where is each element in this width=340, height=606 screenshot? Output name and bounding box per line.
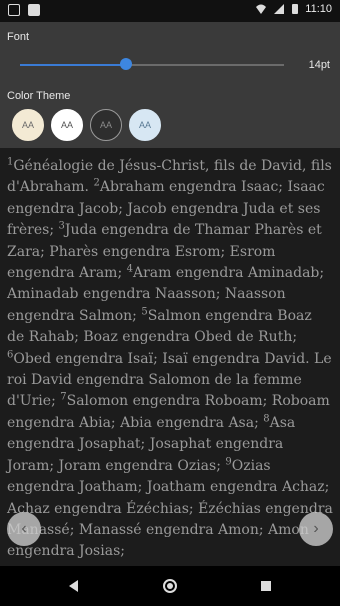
- back-icon[interactable]: [66, 578, 82, 594]
- wifi-icon: [256, 4, 267, 14]
- slider-fill: [20, 64, 126, 66]
- recents-icon[interactable]: [258, 578, 274, 594]
- next-chapter-button[interactable]: ›: [299, 512, 333, 546]
- sd-card-icon: [28, 4, 40, 16]
- system-navigation-bar: [0, 566, 340, 606]
- theme-blue-button[interactable]: AA: [129, 109, 161, 141]
- signal-icon: [274, 4, 285, 14]
- chevron-right-icon: ›: [313, 520, 319, 537]
- reading-area[interactable]: 1Généalogie de Jésus-Christ, fils de Dav…: [0, 148, 340, 566]
- color-theme-label: Color Theme: [7, 90, 71, 102]
- battery-icon: [292, 4, 299, 14]
- notification-icon: [8, 4, 20, 16]
- theme-dark-button[interactable]: AA: [90, 109, 122, 141]
- font-size-slider[interactable]: [20, 64, 284, 66]
- chapter-text: 1Généalogie de Jésus-Christ, fils de Dav…: [7, 156, 333, 563]
- slider-thumb[interactable]: [119, 58, 132, 70]
- home-icon[interactable]: [162, 578, 178, 594]
- clock: 11:10: [305, 3, 332, 15]
- font-label: Font: [7, 31, 30, 43]
- previous-chapter-button[interactable]: ‹: [7, 512, 41, 546]
- status-bar: 11:10: [0, 0, 340, 22]
- color-theme-options: AA AA AA AA: [12, 109, 161, 141]
- theme-white-button[interactable]: AA: [51, 109, 83, 141]
- reader-settings-panel: Font 14pt Color Theme AA AA AA AA: [0, 22, 340, 148]
- chevron-left-icon: ‹: [21, 520, 27, 537]
- theme-sepia-button[interactable]: AA: [12, 109, 44, 141]
- font-size-value: 14pt: [308, 59, 330, 71]
